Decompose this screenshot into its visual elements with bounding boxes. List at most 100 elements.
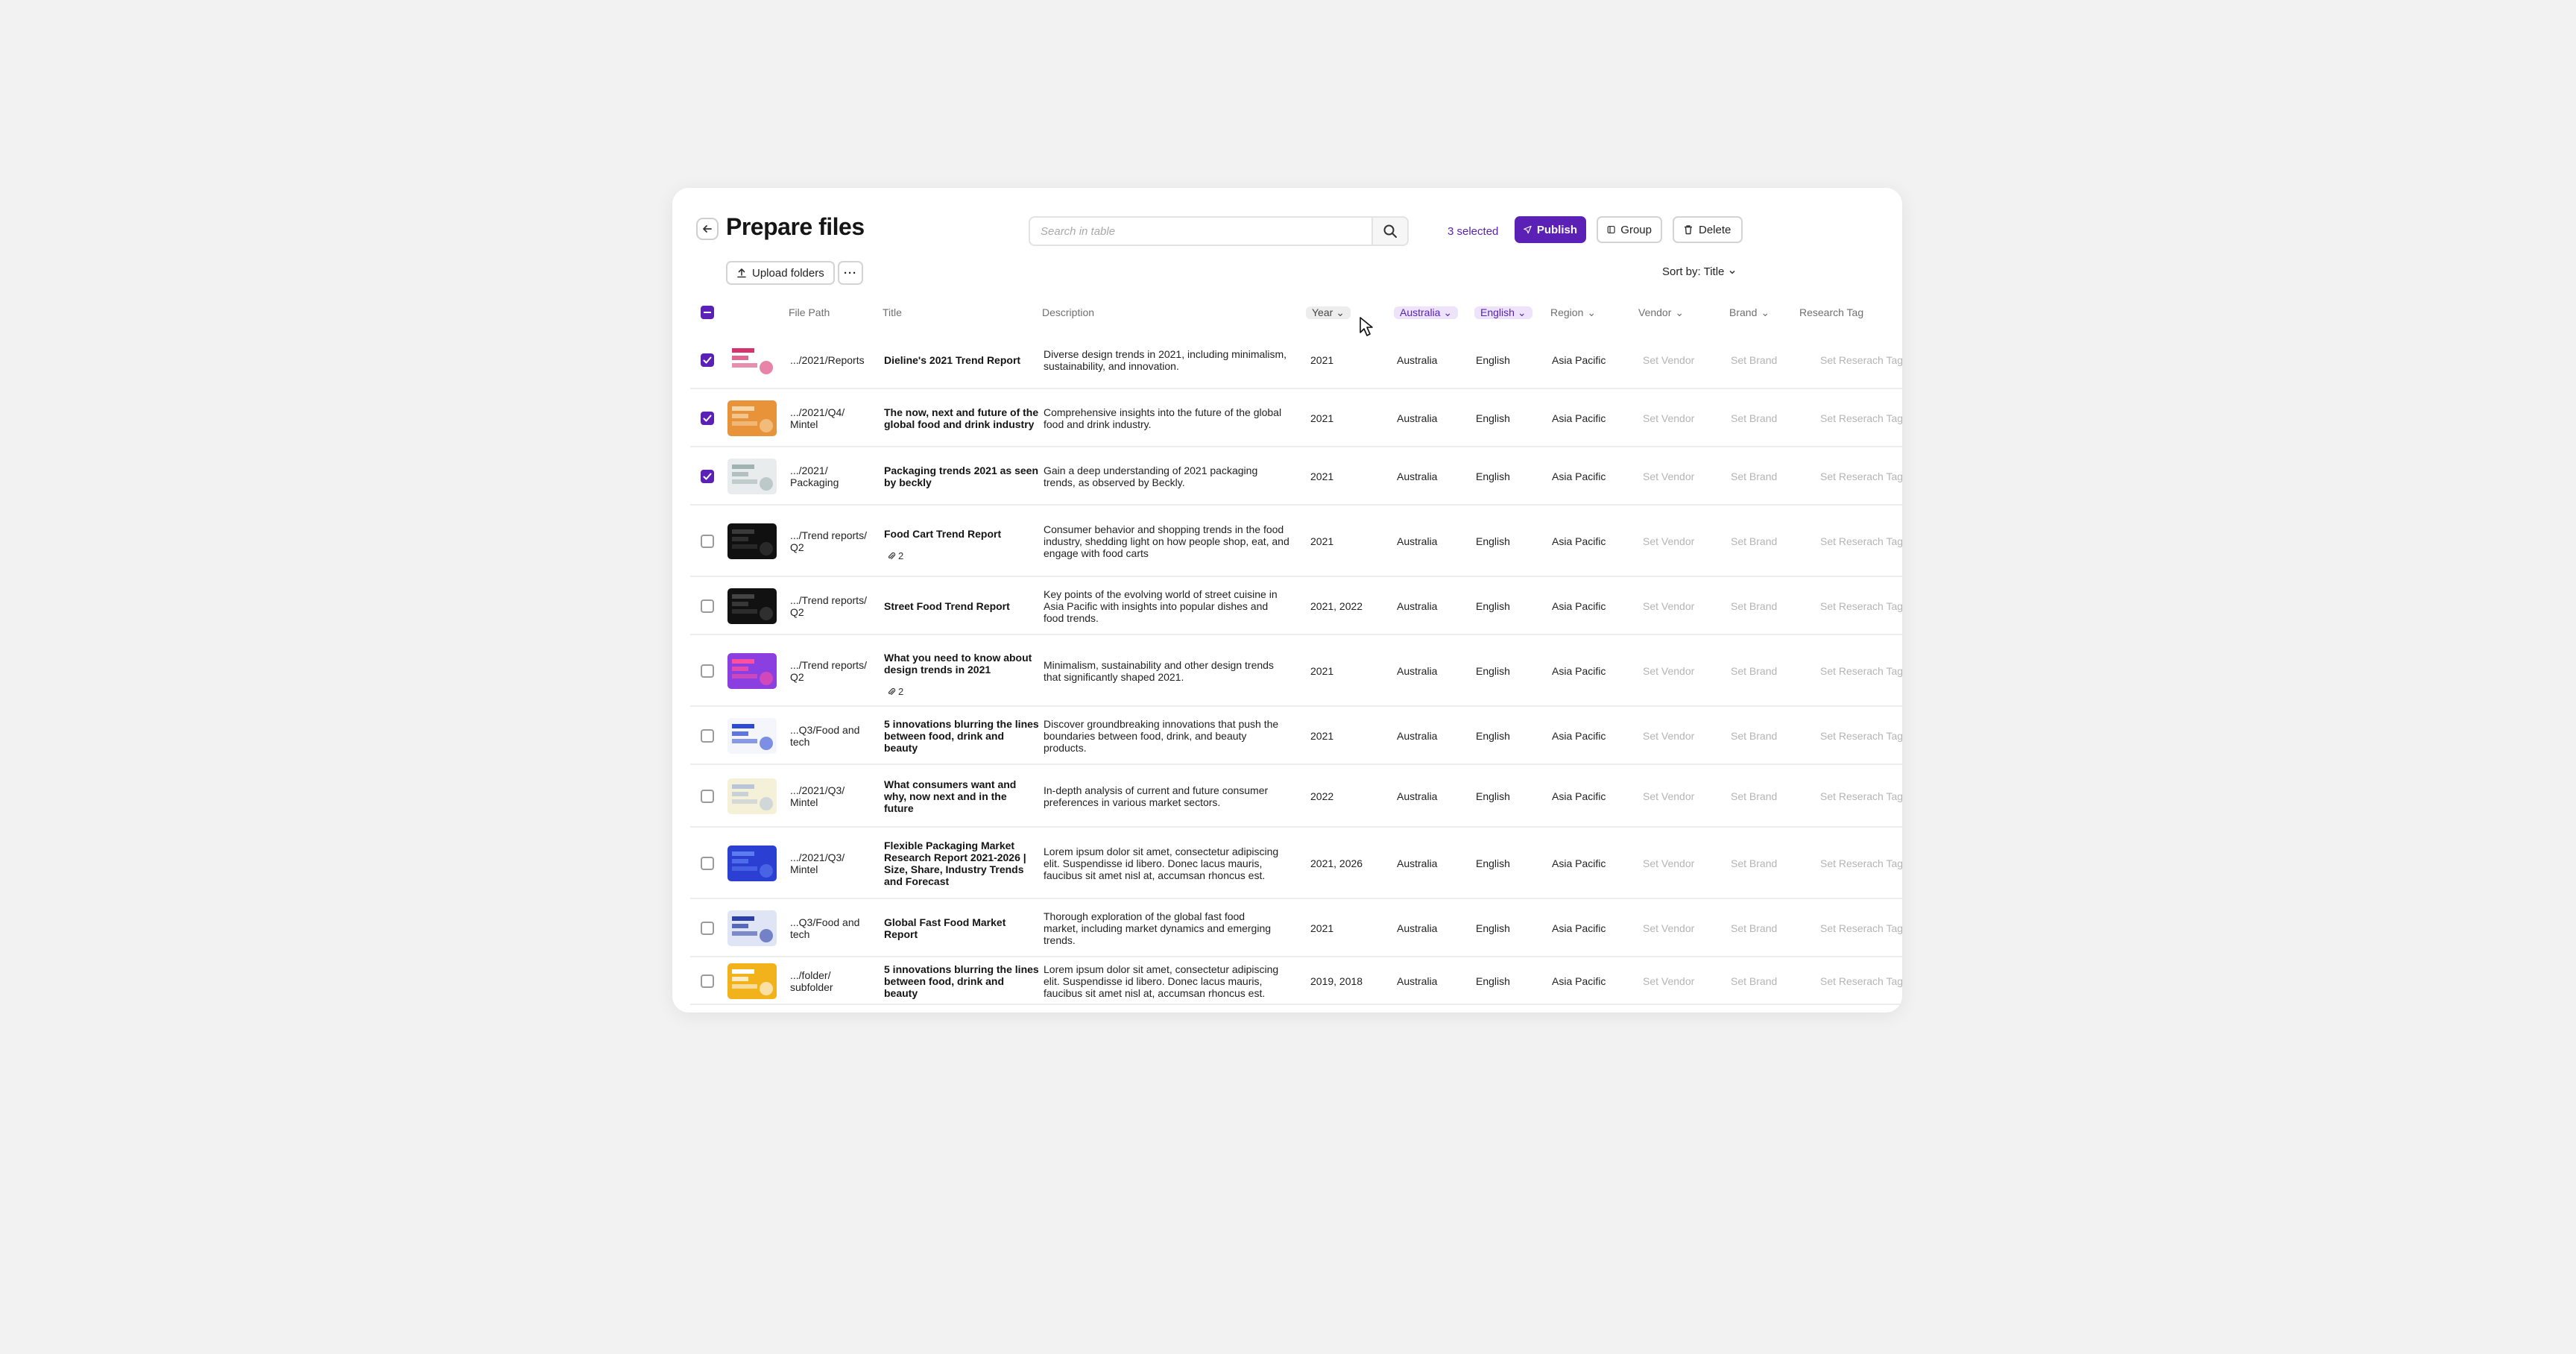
upload-folders-button[interactable]: Upload folders [726,261,835,285]
file-title: What you need to know about design trends… [884,652,1032,676]
sort-dropdown[interactable]: Sort by: Title [1662,265,1736,278]
set-vendor-link[interactable]: Set Vendor [1643,470,1694,482]
set-brand-link[interactable]: Set Brand [1731,535,1777,547]
set-brand-link[interactable]: Set Brand [1731,730,1777,742]
row-checkbox[interactable] [701,412,714,425]
table-row[interactable]: .../2021/Packaging Packaging trends 2021 … [690,447,1902,506]
set-vendor-link[interactable]: Set Vendor [1643,354,1694,366]
set-research-tag-link[interactable]: Set Reserach Tag [1820,412,1902,424]
file-description-line: market, including market dynamics and em… [1044,922,1272,934]
column-label: Vendor [1638,306,1672,318]
column-brand[interactable]: Brand ⌄ [1729,301,1770,324]
set-research-tag-link[interactable]: Set Reserach Tag [1820,975,1902,987]
column-label: Description [1042,306,1095,318]
set-research-tag-link[interactable]: Set Reserach Tag [1820,857,1902,869]
country-value: Australia [1397,790,1438,802]
column-vendor[interactable]: Vendor ⌄ [1638,301,1684,324]
set-research-tag-link[interactable]: Set Reserach Tag [1820,354,1902,366]
table-row[interactable]: .../Trend reports/Q2 Food Cart Trend Repo… [690,506,1902,577]
set-brand-link[interactable]: Set Brand [1731,665,1777,677]
file-path-line: .../2021/Q3/ [790,784,845,796]
set-vendor-link[interactable]: Set Vendor [1643,412,1694,424]
file-title-line: beauty [884,742,918,754]
set-brand-link[interactable]: Set Brand [1731,975,1777,987]
select-all-checkbox[interactable] [701,306,714,319]
set-vendor-link[interactable]: Set Vendor [1643,730,1694,742]
region-value: Asia Pacific [1552,922,1606,934]
file-title-line: The now, next and future of the [884,406,1039,418]
row-checkbox[interactable] [701,599,714,613]
table-row[interactable]: .../2021/Q3/Mintel Flexible Packaging Mar… [690,828,1902,899]
row-checkbox[interactable] [701,790,714,803]
set-vendor-link[interactable]: Set Vendor [1643,790,1694,802]
row-checkbox[interactable] [701,470,714,483]
table-row[interactable]: .../folder/subfolder 5 innovations blurri… [690,957,1902,1005]
set-vendor-link[interactable]: Set Vendor [1643,857,1694,869]
set-vendor-link[interactable]: Set Vendor [1643,922,1694,934]
table-row[interactable]: .../Trend reports/Q2 What you need to kno… [690,635,1902,707]
attachment-count[interactable]: 2 [887,686,903,697]
table-row[interactable]: ...Q3/Food and tech Global Fast Food Marke… [690,899,1902,957]
set-vendor-link[interactable]: Set Vendor [1643,975,1694,987]
set-research-tag-link[interactable]: Set Reserach Tag [1820,600,1902,612]
set-research-tag-link[interactable]: Set Reserach Tag [1820,665,1902,677]
set-research-tag-link[interactable]: Set Reserach Tag [1820,470,1902,482]
set-vendor-link[interactable]: Set Vendor [1643,600,1694,612]
set-brand-link[interactable]: Set Brand [1731,412,1777,424]
back-button[interactable] [696,218,719,240]
column-research-tag[interactable]: Research Tag [1799,301,1863,324]
row-checkbox[interactable] [701,974,714,988]
column-year[interactable]: Year ⌄ [1306,301,1351,324]
table-row[interactable]: .../2021/Q4/Mintel The now, next and futu… [690,389,1902,447]
column-description[interactable]: Description [1042,301,1094,324]
set-research-tag-link[interactable]: Set Reserach Tag [1820,730,1902,742]
set-research-tag-link[interactable]: Set Reserach Tag [1820,790,1902,802]
search-input[interactable] [1030,218,1371,245]
column-file-path[interactable]: File Path [789,301,830,324]
check-icon [703,473,712,480]
set-brand-link[interactable]: Set Brand [1731,857,1777,869]
table-row[interactable]: .../Trend reports/Q2 Street Food Trend Re… [690,577,1902,635]
file-title-line: Research Report 2021-2026 | [884,851,1026,863]
file-title: Street Food Trend Report [884,600,1010,612]
file-description-line: Discover groundbreaking innovations that… [1044,718,1279,730]
set-brand-link[interactable]: Set Brand [1731,790,1777,802]
table-row[interactable]: .../2021/Reports Dieline's 2021 Trend Rep… [690,331,1902,389]
file-description-line: elit. Suspendisse id libero. Donec lacus… [1044,857,1263,869]
row-checkbox[interactable] [701,857,714,870]
set-research-tag-link[interactable]: Set Reserach Tag [1820,922,1902,934]
row-checkbox[interactable] [701,353,714,367]
more-options-button[interactable]: ··· [838,261,863,285]
column-title[interactable]: Title [883,301,902,324]
year-value: 2021 [1310,354,1334,366]
region-value: Asia Pacific [1552,857,1606,869]
set-brand-link[interactable]: Set Brand [1731,600,1777,612]
file-description: Key points of the evolving world of stre… [1044,588,1278,624]
set-brand-link[interactable]: Set Brand [1731,922,1777,934]
file-path-line: .../Trend reports/ [790,529,867,541]
row-checkbox[interactable] [701,729,714,743]
table-row[interactable]: ...Q3/Food and tech 5 innovations blurring… [690,707,1902,765]
delete-button[interactable]: Delete [1673,216,1743,243]
group-button[interactable]: Group [1597,216,1662,243]
row-checkbox[interactable] [701,535,714,548]
column-region[interactable]: Region ⌄ [1550,301,1596,324]
column-language[interactable]: English ⌄ [1474,301,1532,324]
region-value: Asia Pacific [1552,665,1606,677]
set-brand-link[interactable]: Set Brand [1731,354,1777,366]
column-country[interactable]: Australia ⌄ [1394,301,1459,324]
file-description-line: engage with food carts [1044,547,1149,559]
search-button[interactable] [1371,218,1407,245]
set-vendor-link[interactable]: Set Vendor [1643,665,1694,677]
set-vendor-link[interactable]: Set Vendor [1643,535,1694,547]
file-description-line: Minimalism, sustainability and other des… [1044,659,1274,671]
row-checkbox[interactable] [701,922,714,935]
prepare-files-panel: Prepare files 3 selected Publish Group D… [672,188,1902,1013]
table-row[interactable]: .../2021/Q3/Mintel What consumers want an… [690,765,1902,828]
file-path: .../2021/Q3/Mintel [790,851,845,875]
row-checkbox[interactable] [701,664,714,678]
set-research-tag-link[interactable]: Set Reserach Tag [1820,535,1902,547]
publish-button[interactable]: Publish [1515,216,1586,243]
set-brand-link[interactable]: Set Brand [1731,470,1777,482]
attachment-count[interactable]: 2 [887,550,903,561]
